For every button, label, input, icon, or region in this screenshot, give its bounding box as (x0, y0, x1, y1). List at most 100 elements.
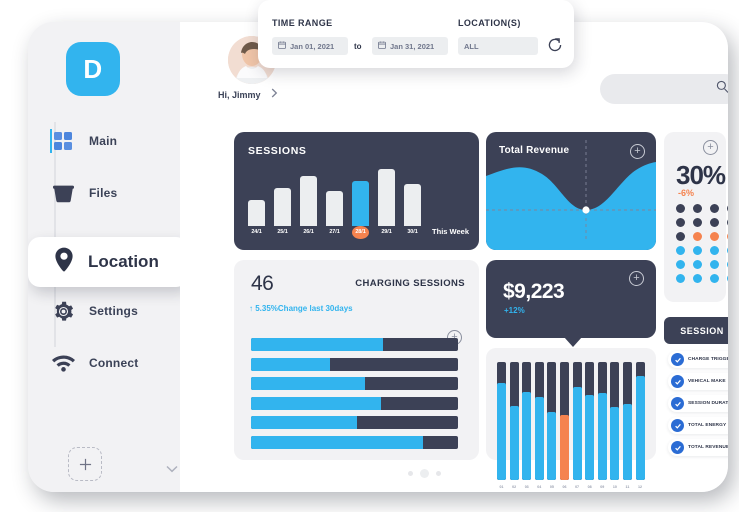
add-button[interactable] (68, 447, 102, 481)
check-icon (671, 375, 684, 388)
sidebar-item-main[interactable]: Main (50, 124, 180, 158)
chevron-down-icon[interactable] (166, 460, 178, 478)
card-pointer (564, 337, 582, 347)
search-input[interactable] (600, 74, 728, 104)
date-to-field[interactable]: Jan 31, 2021 (372, 37, 448, 55)
greeting-text: Hi, Jimmy (218, 89, 261, 100)
percent-dot-matrix (676, 204, 728, 283)
monthly-bar-fill (635, 376, 645, 480)
pagination[interactable] (408, 469, 441, 478)
monthly-bar-fill (572, 386, 582, 480)
legend-item-label: VEHICAL MAKE (688, 379, 726, 384)
chevron-right-icon[interactable] (271, 88, 278, 101)
matrix-dot (727, 274, 728, 283)
monthly-bar-label: 10 (612, 485, 617, 489)
wifi-icon (50, 350, 76, 376)
monthly-bar (547, 362, 557, 480)
matrix-dot (710, 204, 719, 213)
monthly-bar-fill (585, 395, 595, 480)
revenue-amount-value: $9,223 (503, 280, 565, 303)
monthly-bar (622, 362, 632, 480)
main-content: Hi, Jimmy SESSIONS 24/125/126/127/12 (180, 22, 728, 492)
folder-icon (50, 180, 76, 206)
legend-item[interactable]: SESSION DURATION (668, 395, 728, 412)
legend-item-label: CHARGE TRIGGER (688, 357, 728, 362)
matrix-dot (727, 232, 728, 241)
progress-bar (251, 338, 458, 351)
charging-horizontal-bars (251, 338, 458, 455)
monthly-bar (572, 362, 582, 480)
matrix-dot (676, 232, 685, 241)
pagination-dot-active[interactable] (420, 469, 429, 478)
sidebar-item-connect[interactable]: Connect (50, 346, 180, 380)
matrix-dot (710, 260, 719, 269)
matrix-dot (693, 274, 702, 283)
app-logo[interactable]: D (66, 42, 120, 96)
greeting-row[interactable]: Hi, Jimmy (218, 88, 304, 101)
app-window: D Main Files Location Settings Connect H… (28, 22, 728, 492)
monthly-bar-fill (522, 391, 532, 480)
progress-bar-fill (251, 396, 382, 410)
plus-circle-icon[interactable]: + (629, 271, 644, 286)
search-icon (716, 80, 728, 98)
sessions-bar-label: 24/1 (251, 229, 262, 235)
monthly-bar (635, 362, 645, 480)
sessions-bar-label: 29/1 (381, 229, 392, 235)
sessions-bar (378, 169, 395, 226)
pagination-dot[interactable] (436, 471, 441, 476)
progress-bar (251, 357, 458, 371)
monthly-bar (534, 362, 544, 480)
grid-icon (50, 128, 76, 154)
monthly-bar-label: 12 (638, 485, 643, 489)
legend-item[interactable]: TOTAL REVENUE (668, 439, 728, 456)
sessions-card: SESSIONS 24/1 25/1 26/1 27/1 28/1 29/1 30/1 Th… (234, 132, 479, 250)
monthly-bar-fill (534, 397, 544, 480)
sessions-bar (300, 176, 317, 226)
progress-bar-fill (251, 377, 365, 390)
pagination-dot[interactable] (408, 471, 413, 476)
sidebar-item-files[interactable]: Files (50, 176, 180, 210)
monthly-bar-label: 04 (537, 485, 542, 489)
check-icon (671, 353, 684, 366)
legend-item[interactable]: CHARGE TRIGGER (668, 351, 728, 368)
sessions-bar-chart (248, 164, 428, 226)
sessions-bar-label: 27/1 (329, 229, 340, 235)
monthly-bar (509, 362, 519, 480)
monthly-bar-fill (597, 392, 607, 480)
check-icon (671, 441, 684, 454)
monthly-bar-label: 07 (575, 485, 580, 489)
sessions-bar-label: 25/1 (277, 229, 288, 235)
sidebar-item-settings[interactable]: Settings (50, 294, 180, 328)
location-select[interactable]: ALL (458, 37, 538, 55)
progress-bar-fill (251, 416, 357, 429)
filter-popover: TIME RANGE LOCATION(S) Jan 01, 2021 to J… (258, 0, 574, 68)
plus-circle-icon[interactable]: + (630, 144, 645, 159)
legend-item[interactable]: TOTAL ENERGY (668, 417, 728, 434)
charging-sessions-card: 46 CHARGING SESSIONS ↑ 5.35%Change last … (234, 260, 479, 460)
charging-sessions-change: ↑ 5.35%Change last 30days (249, 304, 353, 313)
progress-bar (251, 435, 458, 449)
active-indicator (50, 129, 52, 153)
matrix-dot (693, 204, 702, 213)
progress-bar-fill (251, 435, 423, 449)
monthly-bar (497, 362, 506, 480)
date-from-field[interactable]: Jan 01, 2021 (272, 37, 348, 55)
refresh-icon[interactable] (546, 36, 564, 59)
revenue-amount-change: +12% (504, 306, 525, 315)
date-to-label: to (354, 42, 362, 51)
monthly-bar (522, 362, 532, 480)
sessions-bar-labels: 24/1 25/1 26/1 27/1 28/1 29/1 30/1 (248, 226, 428, 239)
matrix-dot (693, 260, 702, 269)
sessions-bar (326, 191, 343, 226)
monthly-bar-label: 05 (549, 485, 554, 489)
legend-item[interactable]: VEHICAL MAKE (668, 373, 728, 390)
monthly-bar-label: 11 (625, 485, 630, 489)
monthly-bar-label: 01 (499, 485, 504, 489)
check-icon (671, 419, 684, 432)
monthly-bar (597, 362, 607, 480)
plus-circle-icon[interactable]: + (703, 140, 718, 155)
sessions-title: SESSIONS (248, 145, 307, 157)
matrix-dot (676, 218, 685, 227)
monthly-bar-label: 08 (587, 485, 592, 489)
sidebar-item-location[interactable]: Location (28, 237, 188, 287)
